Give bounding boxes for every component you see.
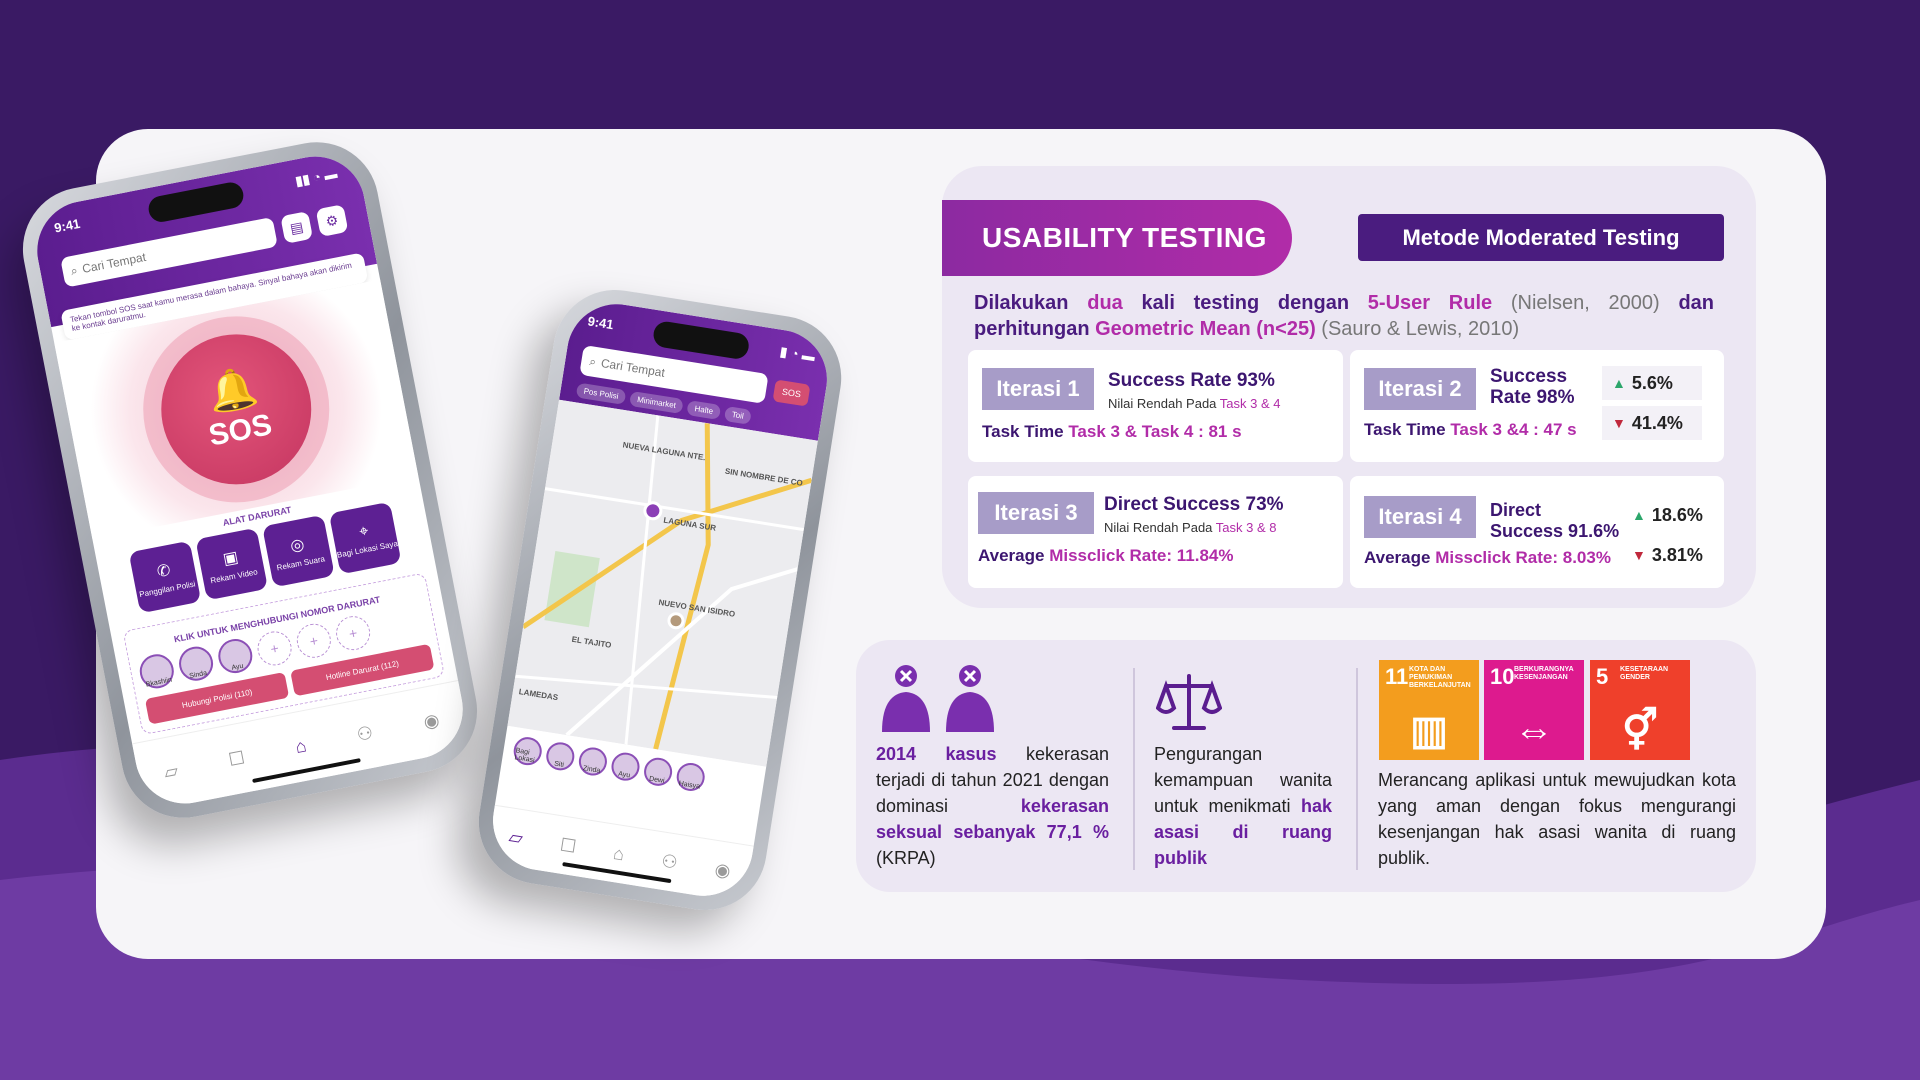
- share-location-avatar[interactable]: Bagi Lokasi: [511, 735, 544, 768]
- iteration-4-card: Iterasi 4 Direct Success 91.6% Average Mi…: [1350, 476, 1724, 588]
- justice-scale-icon: [1156, 674, 1222, 730]
- triangle-up-icon: ▲: [1632, 507, 1646, 523]
- call-police-button[interactable]: ✆ Panggilan Polisi: [128, 540, 202, 614]
- chat-icon[interactable]: ☐: [558, 835, 578, 858]
- triangle-down-icon: ▼: [1612, 415, 1626, 431]
- usability-title: USABILITY TESTING: [942, 200, 1292, 276]
- share-location-button[interactable]: ⌖ Bagi Lokasi Saya: [328, 501, 402, 575]
- community-icon[interactable]: ⚇: [660, 851, 679, 874]
- usability-description: Dilakukan dua kali testing dengan 5-User…: [974, 292, 1715, 340]
- home-icon[interactable]: ⌂: [612, 843, 626, 865]
- iteration-1-card: Iterasi 1 Success Rate 93% Nilai Rendah …: [968, 350, 1343, 462]
- delta-up: ▲ 18.6%: [1622, 498, 1708, 532]
- method-badge: Metode Moderated Testing: [1358, 214, 1724, 261]
- signal-icon: ▮ ◔ ▬: [778, 343, 817, 365]
- chat-icon[interactable]: ☐: [227, 747, 247, 771]
- signal-icon: ▮▮ ◔ ▬: [294, 165, 339, 189]
- iteration-note: Nilai Rendah Pada Task 3 & 4: [1108, 396, 1281, 411]
- add-contact-button[interactable]: +: [333, 613, 374, 654]
- iteration-metric: Direct Success 91.6%: [1490, 500, 1620, 541]
- iteration-badge: Iterasi 4: [1364, 496, 1476, 538]
- delta-up: ▲ 5.6%: [1602, 366, 1702, 400]
- sdg-11-badge: 11 KOTA DAN PEMUKIMAN BERKELANJUTAN ▥: [1379, 660, 1479, 760]
- add-contact-button[interactable]: +: [293, 620, 334, 661]
- triangle-down-icon: ▼: [1632, 547, 1646, 563]
- iteration-metric: Direct Success 73%: [1104, 494, 1284, 515]
- women-figures-icon: [882, 665, 994, 732]
- delta-down: ▼ 41.4%: [1602, 406, 1702, 440]
- map-view[interactable]: NUEVA LAGUNA NTE. SIN NOMBRE DE CO LAGUN…: [507, 399, 818, 767]
- contact-avatar[interactable]: Zinda: [576, 745, 609, 778]
- map-icon[interactable]: ▱: [507, 826, 525, 849]
- iteration-task-time: Task Time Task 3 & Task 4 : 81 s: [982, 422, 1242, 441]
- contact-avatar[interactable]: Ayu: [609, 750, 642, 783]
- rights-text: Pengurangan kemampuan wanita untuk menik…: [1154, 744, 1332, 868]
- iteration-note: Nilai Rendah Pada Task 3 & 8: [1104, 520, 1277, 535]
- contact-avatar[interactable]: Siti: [544, 740, 577, 773]
- contact-avatar[interactable]: Haisya: [674, 760, 707, 793]
- filter-chip[interactable]: Toil: [723, 405, 752, 425]
- iteration-3-card: Iterasi 3 Direct Success 73% Nilai Renda…: [968, 476, 1343, 588]
- location-pin-icon: ⌖: [357, 522, 370, 541]
- home-icon[interactable]: ⌂: [294, 735, 309, 758]
- search-icon: ⌕: [588, 353, 598, 369]
- sdg-5-badge: 5 KESETARAAN GENDER ⚥: [1590, 660, 1690, 760]
- triangle-up-icon: ▲: [1612, 375, 1626, 391]
- iteration-missclick: Average Missclick Rate: 8.03%: [1364, 548, 1611, 567]
- delta-down: ▼ 3.81%: [1622, 538, 1708, 572]
- profile-icon[interactable]: ◉: [713, 859, 732, 882]
- iteration-badge: Iterasi 3: [978, 492, 1094, 534]
- filter-chip[interactable]: Pos Polisi: [575, 382, 627, 405]
- status-time: 9:41: [586, 313, 615, 333]
- equality-arrows-icon: ⇔: [1514, 709, 1554, 753]
- search-icon: ⌕: [69, 262, 79, 278]
- status-time: 9:41: [52, 215, 82, 236]
- sos-button[interactable]: 🔔 SOS: [148, 321, 325, 498]
- phone-icon: ✆: [155, 561, 173, 581]
- iteration-badge: Iterasi 1: [982, 368, 1094, 410]
- goal-text: Merancang aplikasi untuk mewujudkan kota…: [1378, 770, 1736, 868]
- iteration-metric: Success Rate 98%: [1490, 366, 1575, 408]
- filter-chip[interactable]: Halte: [686, 400, 722, 420]
- sdg-10-badge: 10 BERKURANGNYA KESENJANGAN ⇔: [1484, 660, 1584, 760]
- contact-avatar[interactable]: Bkashiin: [136, 651, 177, 692]
- gender-icon: ⚥: [1621, 709, 1659, 753]
- folder-icon[interactable]: ▤: [280, 211, 314, 244]
- camera-icon: ▣: [221, 548, 240, 568]
- record-video-button[interactable]: ▣ Rekam Video: [195, 527, 269, 601]
- filter-chip[interactable]: Minimarket: [629, 390, 684, 415]
- contact-avatar[interactable]: Sinda: [176, 643, 216, 684]
- community-icon[interactable]: ⚇: [355, 722, 375, 746]
- iteration-badge: Iterasi 2: [1364, 368, 1476, 410]
- profile-icon[interactable]: ◉: [422, 709, 441, 733]
- violence-stat-text: 2014 kasus kekerasan terjadi di tahun 20…: [876, 744, 1109, 868]
- iteration-2-card: Iterasi 2 Success Rate 98% Task Time Task…: [1350, 350, 1724, 462]
- map-icon[interactable]: ▱: [162, 760, 180, 783]
- add-contact-button[interactable]: +: [254, 628, 295, 669]
- building-icon: ▥: [1410, 709, 1448, 753]
- iteration-missclick: Average Missclick Rate: 11.84%: [978, 546, 1234, 565]
- contact-avatar[interactable]: Ayu: [215, 636, 256, 676]
- sos-button[interactable]: SOS: [772, 379, 811, 407]
- contact-avatar[interactable]: Dewi: [642, 755, 675, 788]
- iteration-task-time: Task Time Task 3 &4 : 47 s: [1364, 420, 1577, 439]
- voicemail-icon: ◎: [288, 535, 306, 555]
- gear-icon[interactable]: ⚙: [315, 204, 349, 238]
- record-audio-button[interactable]: ◎ Rekam Suara: [262, 514, 335, 588]
- bell-icon: 🔔: [203, 364, 262, 418]
- iteration-metric: Success Rate 93%: [1108, 370, 1275, 391]
